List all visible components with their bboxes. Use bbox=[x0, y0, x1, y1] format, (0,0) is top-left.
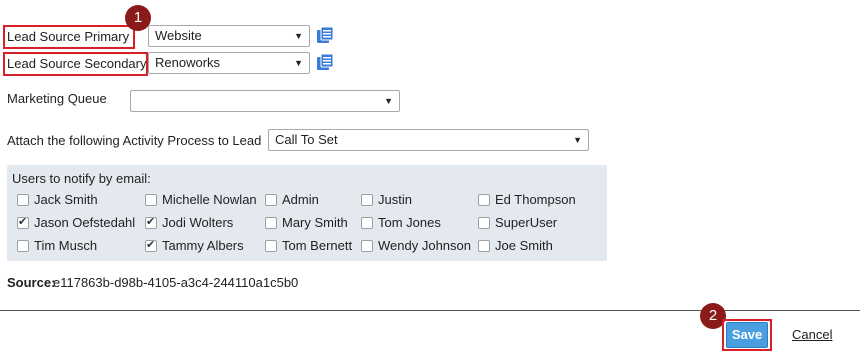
marketing-queue-label: Marketing Queue bbox=[7, 91, 107, 106]
notify-user-checkbox[interactable] bbox=[361, 217, 373, 229]
notify-user-label: Ed Thompson bbox=[495, 192, 576, 207]
notify-user-label: Justin bbox=[378, 192, 412, 207]
notify-user-checkbox[interactable] bbox=[17, 215, 29, 229]
source-value: e117863b-d98b-4105-a3c4-244110a1c5b0 bbox=[53, 275, 299, 290]
dropdown-arrow-icon: ▼ bbox=[384, 96, 393, 106]
notify-user-checkbox[interactable] bbox=[478, 217, 490, 229]
notify-user-checkbox[interactable] bbox=[478, 240, 490, 252]
notify-user-checkbox[interactable] bbox=[265, 194, 277, 206]
footer-divider bbox=[0, 310, 860, 311]
notify-user-label: Tammy Albers bbox=[162, 238, 244, 253]
lead-source-primary-value: Website bbox=[155, 28, 202, 43]
notify-user-label: Joe Smith bbox=[495, 238, 553, 253]
notify-user-checkbox[interactable] bbox=[478, 194, 490, 206]
notify-user-checkbox[interactable] bbox=[145, 215, 157, 229]
activity-process-value: Call To Set bbox=[275, 132, 338, 147]
notify-user-checkbox[interactable] bbox=[265, 217, 277, 229]
dropdown-arrow-icon: ▼ bbox=[294, 31, 303, 41]
notify-user-label: Tim Musch bbox=[34, 238, 98, 253]
cancel-link[interactable]: Cancel bbox=[792, 327, 832, 342]
dropdown-arrow-icon: ▼ bbox=[573, 135, 582, 145]
notify-user-checkbox[interactable] bbox=[145, 238, 157, 252]
notify-user-label: Michelle Nowlan bbox=[162, 192, 257, 207]
lead-source-secondary-select[interactable]: Renoworks ▼ bbox=[148, 52, 310, 74]
notify-user-label: Jack Smith bbox=[34, 192, 98, 207]
notify-user-checkbox[interactable] bbox=[17, 240, 29, 252]
notify-user-label: Admin bbox=[282, 192, 319, 207]
notify-user-label: Jodi Wolters bbox=[162, 215, 234, 230]
notify-users-panel: Users to notify by email: Jack Smith Mich… bbox=[7, 165, 607, 261]
notify-user-checkbox[interactable] bbox=[265, 240, 277, 252]
notify-user-label: SuperUser bbox=[495, 215, 558, 230]
activity-process-select[interactable]: Call To Set ▼ bbox=[268, 129, 589, 151]
list-icon[interactable] bbox=[317, 54, 333, 70]
notify-user-checkbox[interactable] bbox=[361, 194, 373, 206]
notify-user-label: Tom Bernett bbox=[282, 238, 353, 253]
source-label: Source: bbox=[7, 275, 56, 290]
lead-source-secondary-label: Lead Source Secondary bbox=[7, 56, 147, 71]
marketing-queue-select[interactable]: ▼ bbox=[130, 90, 400, 112]
notify-user-checkbox[interactable] bbox=[361, 240, 373, 252]
lead-source-primary-select[interactable]: Website ▼ bbox=[148, 25, 310, 47]
lead-source-secondary-value: Renoworks bbox=[155, 55, 221, 70]
lead-source-primary-label: Lead Source Primary bbox=[7, 29, 130, 44]
step-marker-1: 1 bbox=[125, 5, 151, 31]
notify-user-label: Jason Oefstedahl bbox=[34, 215, 136, 230]
activity-process-label: Attach the following Activity Process to… bbox=[7, 133, 262, 148]
notify-users-heading: Users to notify by email: bbox=[12, 171, 151, 186]
notify-user-label: Mary Smith bbox=[282, 215, 348, 230]
dropdown-arrow-icon: ▼ bbox=[294, 58, 303, 68]
notify-user-label: Tom Jones bbox=[378, 215, 441, 230]
list-icon[interactable] bbox=[317, 27, 333, 43]
notify-user-checkbox[interactable] bbox=[17, 194, 29, 206]
notify-user-checkbox[interactable] bbox=[145, 194, 157, 206]
save-button[interactable]: Save bbox=[726, 322, 768, 348]
notify-user-label: Wendy Johnson bbox=[378, 238, 471, 253]
